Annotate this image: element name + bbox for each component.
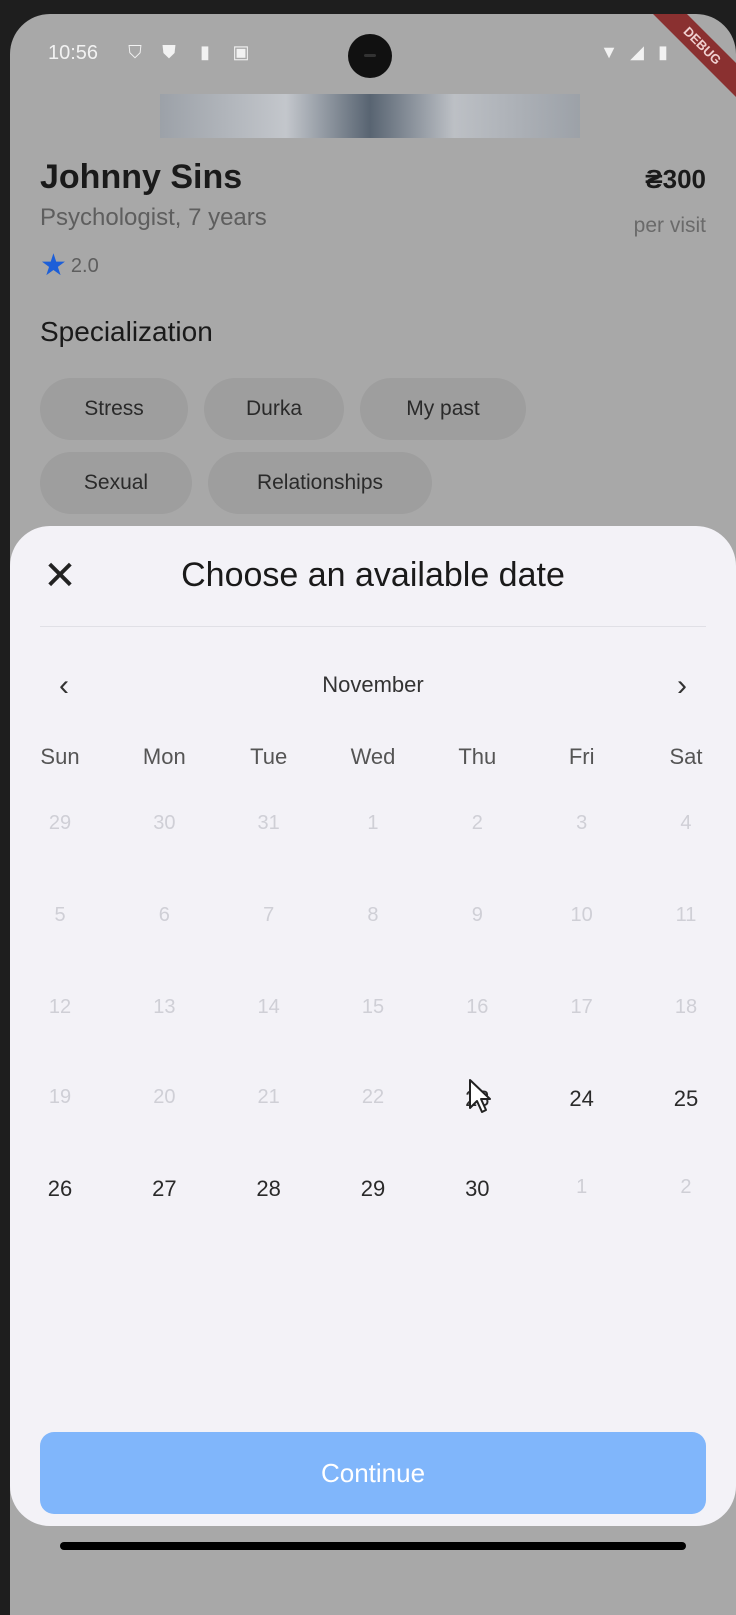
weekday-tue: Tue [250, 744, 288, 769]
calendar-week: 5 6 7 8 9 10 11 [10, 904, 736, 927]
calendar-day: 22 [361, 1086, 385, 1108]
calendar-day: 8 [367, 904, 379, 926]
star-icon: ★ [40, 249, 67, 282]
calendar-day: 20 [153, 1086, 176, 1108]
shield-outline-icon: ⛉ [128, 42, 142, 62]
calendar-day: 16 [466, 996, 489, 1018]
divider [40, 626, 706, 627]
doctor-subtitle: Psychologist, 7 years [40, 204, 267, 231]
chip-relationships[interactable]: Relationships [208, 452, 432, 514]
chevron-right-icon[interactable]: › [662, 666, 702, 706]
calendar-week: 19202122232425 [10, 1086, 736, 1112]
battery-icon: ▮ [658, 42, 668, 62]
calendar-day[interactable]: 26 [24, 1176, 96, 1202]
doctor-photo [160, 94, 580, 138]
weekday-wed: Wed [350, 744, 396, 769]
calendar-day: 9 [471, 904, 483, 926]
status-bar: 10:56 ⛉ ⛊ ▮ ▣ ▼ ◢ ▮ DEBUG [10, 14, 736, 104]
gesture-bar [60, 1542, 686, 1550]
calendar-day: 7 [263, 904, 275, 926]
weekday-fri: Fri [568, 744, 595, 769]
calendar-day[interactable]: 30 [441, 1176, 513, 1202]
calendar-day: 12 [48, 996, 72, 1018]
calendar-day: 30 [153, 812, 176, 834]
shield-icon: ⛊ [162, 42, 176, 62]
chip-stress[interactable]: Stress [40, 378, 188, 440]
calendar-day[interactable]: 27 [128, 1176, 200, 1202]
calendar-day: 10 [570, 904, 593, 926]
calendar-day[interactable]: 28 [233, 1176, 305, 1202]
rating-value: 2.0 [70, 254, 99, 277]
sheet-title: Choose an available date [181, 556, 565, 594]
calendar-day: 17 [570, 996, 593, 1018]
continue-button[interactable]: Continue [40, 1432, 706, 1514]
front-camera [348, 34, 392, 78]
weekday-sat: Sat [669, 744, 703, 769]
calendar-day[interactable]: 29 [337, 1176, 409, 1202]
weekday-header: Sun Mon Tue Wed Thu Fri Sat [10, 744, 736, 770]
weekday-thu: Thu [458, 744, 497, 769]
calendar-day: 19 [48, 1086, 72, 1108]
calendar-day: 2 [471, 812, 483, 834]
calendar-day: 4 [680, 812, 692, 834]
calendar-day: 15 [361, 996, 385, 1018]
specialization-title: Specialization [40, 316, 213, 347]
price: ₴300 [645, 164, 706, 194]
calendar-day: 11 [675, 904, 697, 926]
calendar-day: 21 [257, 1086, 280, 1108]
calendar-day[interactable]: 24 [546, 1086, 618, 1112]
calendar-day[interactable]: 25 [650, 1086, 722, 1112]
calendar-day: 2 [680, 1176, 692, 1198]
signal-icon: ◢ [630, 42, 644, 62]
calendar-day: 3 [576, 812, 588, 834]
calendar-week: 12 13 14 15 16 17 18 [10, 996, 736, 1019]
chip-my-past[interactable]: My past [360, 378, 526, 440]
calendar-day: 31 [257, 812, 280, 834]
status-time: 10:56 [48, 42, 99, 64]
calendar-day: 14 [257, 996, 280, 1018]
weekday-sun: Sun [40, 744, 80, 769]
chip-sexual[interactable]: Sexual [40, 452, 192, 514]
sd-card-icon: ▮ [200, 42, 210, 62]
calendar-week: 29 30 31 1 2 3 4 [10, 812, 736, 835]
wifi-icon: ▼ [600, 42, 618, 62]
calendar-week: 26 27 28 29 30 1 2 [10, 1176, 736, 1202]
phone-screen: 10:56 ⛉ ⛊ ▮ ▣ ▼ ◢ ▮ DEBUG Johnny Sins Ps… [10, 14, 736, 1615]
calendar-day: 1 [576, 1176, 588, 1198]
month-label: November [322, 672, 424, 697]
calendar-day: 18 [674, 996, 698, 1018]
calendar-day: 6 [158, 904, 170, 926]
calendar-day: 1 [367, 812, 379, 834]
mouse-cursor-icon [469, 1079, 491, 1113]
calendar-day: 5 [54, 904, 66, 926]
date-picker-sheet: ✕ Choose an available date ‹ November › … [10, 526, 736, 1526]
notification-icon: ▣ [232, 42, 250, 62]
doctor-name: Johnny Sins [40, 158, 243, 196]
calendar-day: 13 [153, 996, 176, 1018]
doctor-rating: ★ 2.0 [40, 249, 99, 282]
price-unit: per visit [633, 214, 706, 237]
calendar-day: 29 [48, 812, 72, 834]
screen-frame: 10:56 ⛉ ⛊ ▮ ▣ ▼ ◢ ▮ DEBUG Johnny Sins Ps… [0, 0, 736, 1615]
weekday-mon: Mon [142, 744, 186, 769]
chip-durka[interactable]: Durka [204, 378, 344, 440]
